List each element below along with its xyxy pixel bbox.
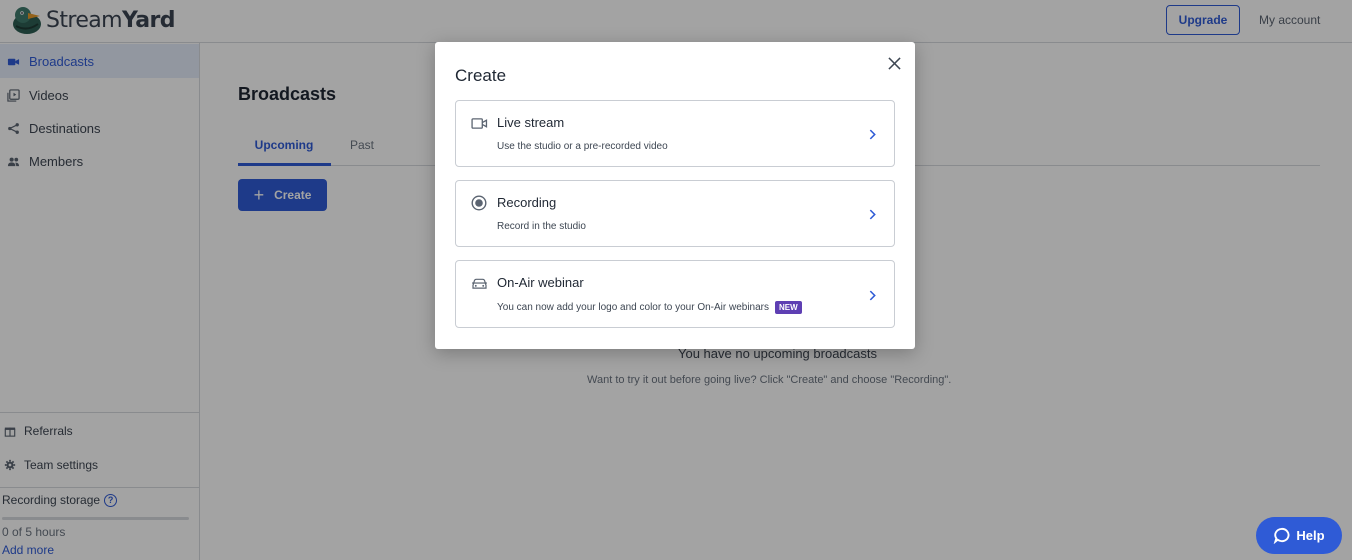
- help-button-label: Help: [1296, 528, 1325, 543]
- option-title: Recording: [497, 195, 557, 210]
- chevron-right-icon: [866, 207, 878, 221]
- option-description: Record in the studio: [497, 221, 586, 232]
- option-title: On-Air webinar: [497, 275, 584, 290]
- option-description-text: Record in the studio: [497, 221, 586, 232]
- help-button[interactable]: Help: [1256, 517, 1342, 554]
- chat-bubble-icon: [1274, 527, 1290, 544]
- on-air-car-icon: [470, 275, 488, 291]
- option-description-text: You can now add your logo and color to y…: [497, 302, 770, 313]
- record-icon: [470, 195, 488, 211]
- option-live-stream[interactable]: Live stream Use the studio or a pre-reco…: [455, 100, 895, 167]
- create-modal: Create Live stream Use the studio or a p…: [435, 42, 915, 349]
- option-description: Use the studio or a pre-recorded video: [497, 141, 668, 152]
- option-description: You can now add your logo and color to y…: [497, 301, 802, 314]
- close-icon[interactable]: [885, 54, 903, 72]
- chevron-right-icon: [866, 127, 878, 141]
- chevron-right-icon: [866, 288, 878, 302]
- option-recording[interactable]: Recording Record in the studio: [455, 180, 895, 247]
- video-camera-icon: [470, 115, 488, 131]
- option-description-text: Use the studio or a pre-recorded video: [497, 141, 668, 152]
- option-title: Live stream: [497, 115, 565, 130]
- modal-title: Create: [455, 66, 507, 85]
- new-badge: NEW: [775, 301, 802, 314]
- option-on-air-webinar[interactable]: On-Air webinar You can now add your logo…: [455, 260, 895, 328]
